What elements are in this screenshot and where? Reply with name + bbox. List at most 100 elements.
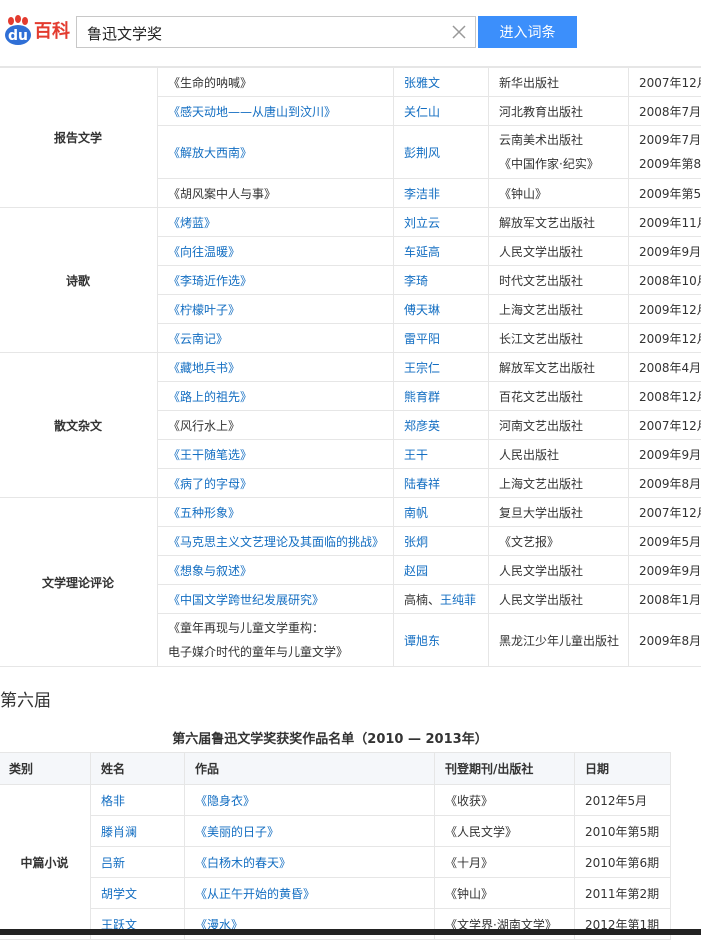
author-name: 高楠、 xyxy=(404,593,440,607)
date-cell: 2009年8月 xyxy=(629,614,701,667)
author-link[interactable]: 张炯 xyxy=(394,527,489,556)
search-input[interactable] xyxy=(85,17,439,49)
date-cell: 2008年7月 xyxy=(629,97,701,126)
publisher-cell: 云南美术出版社 《中国作家·纪实》 xyxy=(489,126,629,179)
work-title-link[interactable]: 《隐身衣》 xyxy=(185,785,435,816)
date-line: 2009年第8期 xyxy=(639,152,701,176)
column-header: 日期 xyxy=(575,753,671,785)
work-title-link[interactable]: 《云南记》 xyxy=(158,324,394,353)
category-cell: 报告文学 xyxy=(0,68,158,208)
author-link[interactable]: 刘立云 xyxy=(394,208,489,237)
author-link[interactable]: 王纯菲 xyxy=(440,593,476,607)
work-title-link[interactable]: 《美丽的日子》 xyxy=(185,816,435,847)
publisher-cell: 新华出版社 xyxy=(489,68,629,97)
publisher-line: 《中国作家·纪实》 xyxy=(499,152,628,176)
author-link[interactable]: 吕新 xyxy=(91,847,185,878)
work-title-link[interactable]: 《五种形象》 xyxy=(158,498,394,527)
table-caption: 第六届鲁迅文学奖获奖作品名单（2010 — 2013年） xyxy=(0,728,660,747)
publisher-cell: 解放军文艺出版社 xyxy=(489,353,629,382)
date-cell: 2010年第5期 xyxy=(575,816,671,847)
date-cell: 2010年第6期 xyxy=(575,847,671,878)
publisher-cell: 人民文学出版社 xyxy=(489,585,629,614)
date-cell: 2008年1月 xyxy=(629,585,701,614)
table-header-row: 类别 姓名 作品 刊登期刊/出版社 日期 xyxy=(0,753,671,785)
work-title-link[interactable]: 《柠檬叶子》 xyxy=(158,295,394,324)
publisher-cell: 人民出版社 xyxy=(489,440,629,469)
work-title-link[interactable]: 《向往温暖》 xyxy=(158,237,394,266)
author-link[interactable]: 滕肖澜 xyxy=(91,816,185,847)
author-link[interactable]: 王干 xyxy=(394,440,489,469)
awards-table-6th: 类别 姓名 作品 刊登期刊/出版社 日期 中篇小说 格非 《隐身衣》 《收获》 … xyxy=(0,752,671,940)
baike-logo[interactable]: du 百科 xyxy=(3,12,70,48)
column-header: 作品 xyxy=(185,753,435,785)
column-header: 刊登期刊/出版社 xyxy=(435,753,575,785)
publisher-cell: 河南文艺出版社 xyxy=(489,411,629,440)
date-cell: 2007年12月 xyxy=(629,68,701,97)
author-link[interactable]: 郑彦英 xyxy=(394,411,489,440)
author-link[interactable]: 南帆 xyxy=(394,498,489,527)
work-title-link[interactable]: 《感天动地——从唐山到汶川》 xyxy=(158,97,394,126)
author-link[interactable]: 彭荆风 xyxy=(394,126,489,179)
clear-icon[interactable] xyxy=(449,22,469,42)
publisher-cell: 《文艺报》 xyxy=(489,527,629,556)
author-link[interactable]: 雷平阳 xyxy=(394,324,489,353)
date-cell: 2009年7月 2009年第8期 xyxy=(629,126,701,179)
work-title-link[interactable]: 《路上的祖先》 xyxy=(158,382,394,411)
category-cell: 文学理论评论 xyxy=(0,498,158,667)
publisher-cell: 《钟山》 xyxy=(489,179,629,208)
section-heading: 第六届 xyxy=(0,686,51,711)
date-cell: 2008年12月 xyxy=(629,382,701,411)
work-title-link[interactable]: 《藏地兵书》 xyxy=(158,353,394,382)
publisher-cell: 黑龙江少年儿童出版社 xyxy=(489,614,629,667)
author-link[interactable]: 王宗仁 xyxy=(394,353,489,382)
author-link[interactable]: 胡学文 xyxy=(91,878,185,909)
work-title-link[interactable]: 《解放大西南》 xyxy=(158,126,394,179)
table-row: 诗歌 《烤蓝》 刘立云 解放军文艺出版社 2009年11月 xyxy=(0,208,701,237)
author-link[interactable]: 谭旭东 xyxy=(394,614,489,667)
table-row: 胡学文 《从正午开始的黄昏》 《钟山》 2011年第2期 xyxy=(0,878,671,909)
publisher-cell: 长江文艺出版社 xyxy=(489,324,629,353)
publisher-cell: 《钟山》 xyxy=(435,878,575,909)
work-title-link[interactable]: 《白杨木的春天》 xyxy=(185,847,435,878)
date-cell: 2007年12月 xyxy=(629,498,701,527)
work-title-link[interactable]: 《王干随笔选》 xyxy=(158,440,394,469)
table-row: 滕肖澜 《美丽的日子》 《人民文学》 2010年第5期 xyxy=(0,816,671,847)
date-cell: 2009年12月 xyxy=(629,295,701,324)
publisher-cell: 河北教育出版社 xyxy=(489,97,629,126)
publisher-cell: 《收获》 xyxy=(435,785,575,816)
work-title-link[interactable]: 《马克思主义文艺理论及其面临的挑战》 xyxy=(158,527,394,556)
work-title-link[interactable]: 《烤蓝》 xyxy=(158,208,394,237)
logo-du-text: du xyxy=(8,29,28,43)
work-title-link[interactable]: 《李琦近作选》 xyxy=(158,266,394,295)
work-title-link[interactable]: 《中国文学跨世纪发展研究》 xyxy=(158,585,394,614)
date-line: 2009年7月 xyxy=(639,128,701,152)
date-cell: 2009年8月 xyxy=(629,469,701,498)
author-link[interactable]: 车延高 xyxy=(394,237,489,266)
publisher-cell: 人民文学出版社 xyxy=(489,556,629,585)
author-link[interactable]: 赵园 xyxy=(394,556,489,585)
top-header: du 百科 进入词条 xyxy=(0,0,701,67)
category-cell: 散文杂文 xyxy=(0,353,158,498)
author-link[interactable]: 格非 xyxy=(91,785,185,816)
author-link[interactable]: 熊育群 xyxy=(394,382,489,411)
author-link[interactable]: 陆春祥 xyxy=(394,469,489,498)
date-cell: 2009年12月 xyxy=(629,324,701,353)
author-link[interactable]: 李琦 xyxy=(394,266,489,295)
author-link[interactable]: 关仁山 xyxy=(394,97,489,126)
work-title-link[interactable]: 《想象与叙述》 xyxy=(158,556,394,585)
author-link[interactable]: 李洁非 xyxy=(394,179,489,208)
enter-entry-button[interactable]: 进入词条 xyxy=(478,16,577,48)
work-title-link[interactable]: 《病了的字母》 xyxy=(158,469,394,498)
category-cell: 中篇小说 xyxy=(0,785,91,940)
author-cell: 高楠、王纯菲 xyxy=(394,585,489,614)
work-title: 《风行水上》 xyxy=(158,411,394,440)
baidu-paw-icon: du xyxy=(3,15,33,45)
publisher-cell: 上海文艺出版社 xyxy=(489,295,629,324)
work-title: 《胡风案中人与事》 xyxy=(158,179,394,208)
author-link[interactable]: 傅天琳 xyxy=(394,295,489,324)
date-cell: 2009年9月 xyxy=(629,556,701,585)
author-link[interactable]: 张雅文 xyxy=(394,68,489,97)
publisher-cell: 解放军文艺出版社 xyxy=(489,208,629,237)
date-cell: 2011年第2期 xyxy=(575,878,671,909)
work-title-link[interactable]: 《从正午开始的黄昏》 xyxy=(185,878,435,909)
